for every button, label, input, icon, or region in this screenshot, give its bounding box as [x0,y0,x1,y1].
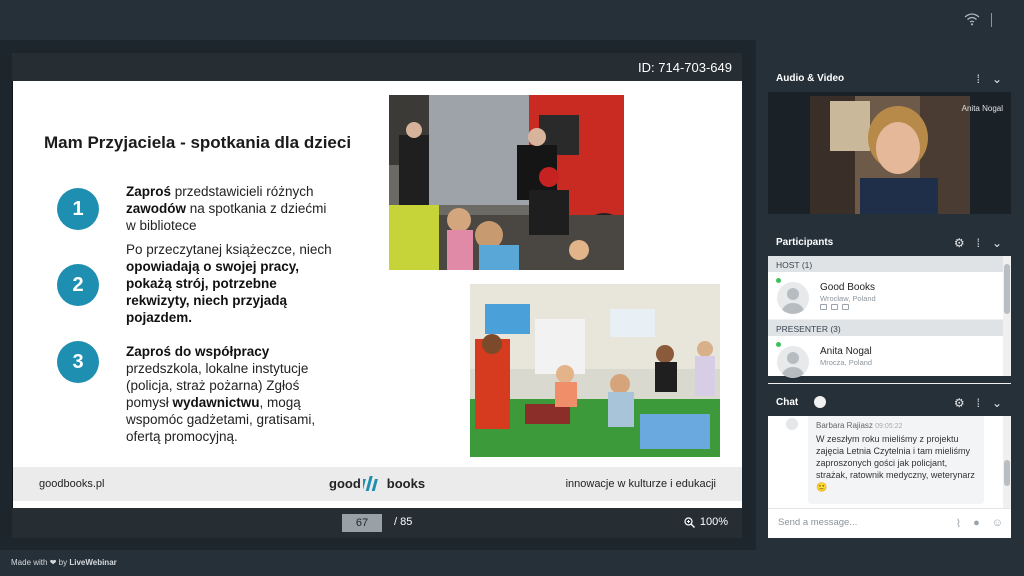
participant-location: Mrocza, Poland [820,358,873,367]
participants-title: Participants [776,237,834,248]
wifi-icon [964,13,980,26]
move-icon[interactable]: ⁞ [977,236,980,250]
avatar [777,346,809,378]
page-number-input[interactable]: 67 [342,514,382,532]
chat-header: Chat ⚙ ⁞ ⌄ [768,390,1011,416]
chat-panel: Chat ⚙ ⁞ ⌄ Barbara Rajiasz 09:05:22 W ze… [768,390,1011,538]
topbar-divider [991,13,992,27]
presenter-video [810,96,970,214]
slide-footer-tagline: innowacje w kulturze i edukacji [565,478,716,490]
presentation-header: ID: 714-703-649 [12,53,742,81]
chat-message-text: W zeszłym roku mieliśmy z projektu zajęc… [816,434,975,492]
goodbooks-logo: good books [329,475,425,491]
audio-video-title: Audio & Video [776,73,845,84]
participants-scrollbar[interactable] [1003,256,1011,376]
emoji-icon[interactable]: ☺ [992,517,1003,530]
participants-panel: Participants ⚙ ⁞ ⌄ HOST (1) Good Books W… [768,230,1011,384]
step-3-text: Zaproś do współpracy przedszkola, lokaln… [126,344,316,444]
video-presenter-name: Anita Nogal [961,104,1003,113]
page-total: / 85 [394,516,413,528]
top-bar [0,0,1024,40]
slide-footer: goodbooks.pl good books innowacje w kult… [13,467,742,501]
chat-time: 09:05:22 [875,423,903,430]
step-1-text: Zaproś przedstawicieli różnych zawodów n… [126,184,327,233]
avatar [786,418,798,430]
audio-video-header: Audio & Video ⁞ ⌄ [768,66,1011,92]
chat-message: Barbara Rajiasz 09:05:22 W zeszłym roku … [808,416,984,504]
heart-icon: ❤ [49,558,57,567]
books-logo-icon [362,476,378,491]
chat-messages: Barbara Rajiasz 09:05:22 W zeszłym roku … [768,416,1011,508]
chat-title: Chat [776,397,799,408]
chat-message-input[interactable]: Send a message... [778,517,857,528]
chat-scrollbar[interactable] [1003,416,1011,508]
scrollbar-thumb[interactable] [1004,264,1010,314]
brand-name: LiveWebinar [69,558,117,567]
windows-icon [831,304,838,310]
gear-icon[interactable]: ⚙ [954,396,965,410]
step-2-badge: 2 [57,264,99,306]
bottom-bar: Made with ❤ by LiveWebinar [0,550,1024,576]
presentation-controls: 67 / 85 100% [12,508,742,538]
chevron-down-icon[interactable]: ⌄ [992,236,1002,250]
scrollbar-thumb[interactable] [1004,460,1010,486]
logo-text-left: good [329,475,361,491]
participants-header: Participants ⚙ ⁞ ⌄ [768,230,1011,256]
move-icon[interactable]: ⁞ [977,396,980,410]
online-status-icon [776,342,781,347]
fire-truck-photo [389,95,624,270]
step-2-text: Po przeczytanej książeczce, niech opowia… [126,242,332,325]
chat-notification-icon [814,396,826,408]
online-status-icon [776,278,781,283]
zoom-control[interactable]: 100% [684,516,728,528]
monitor-icon [820,304,827,310]
step-3-badge: 3 [57,341,99,383]
webinar-id: ID: 714-703-649 [638,60,732,75]
browser-icon [842,304,849,310]
attachment-icon[interactable]: ⌇ [956,517,961,530]
chevron-down-icon[interactable]: ⌄ [992,396,1002,410]
audio-video-panel: Audio & Video ⁞ ⌄ Anita Nogal [768,66,1011,214]
chat-sender: Barbara Rajiasz [816,421,873,430]
chat-input-row: Send a message... ⌇ ● ☺ [768,508,1011,538]
classroom-photo [470,284,720,457]
logo-text-right: books [386,475,426,491]
participant-row-presenter[interactable]: Anita Nogal Mrocza, Poland [768,336,1011,384]
zoom-icon [684,516,695,528]
presenter-section-header: PRESENTER (3) [768,320,1011,336]
made-with-credit: Made with ❤ by LiveWebinar [11,558,117,567]
slide: Mam Przyjaciela - spotkania dla dzieci 1… [13,81,742,508]
participant-name: Good Books [820,282,876,293]
slide-title: Mam Przyjaciela - spotkania dla dzieci [44,133,352,152]
microphone-icon[interactable]: ● [973,517,980,530]
move-icon[interactable]: ⁞ [977,72,980,86]
participant-row-host[interactable]: Good Books Wrocław, Poland [768,272,1011,320]
zoom-level: 100% [699,516,728,528]
gear-icon[interactable]: ⚙ [954,236,965,250]
avatar [777,282,809,314]
host-section-header: HOST (1) [768,256,1011,272]
chevron-down-icon[interactable]: ⌄ [992,72,1002,86]
participant-name: Anita Nogal [820,346,872,357]
participant-location: Wrocław, Poland [820,294,876,303]
step-1-badge: 1 [57,188,99,230]
slide-footer-url: goodbooks.pl [39,478,105,490]
